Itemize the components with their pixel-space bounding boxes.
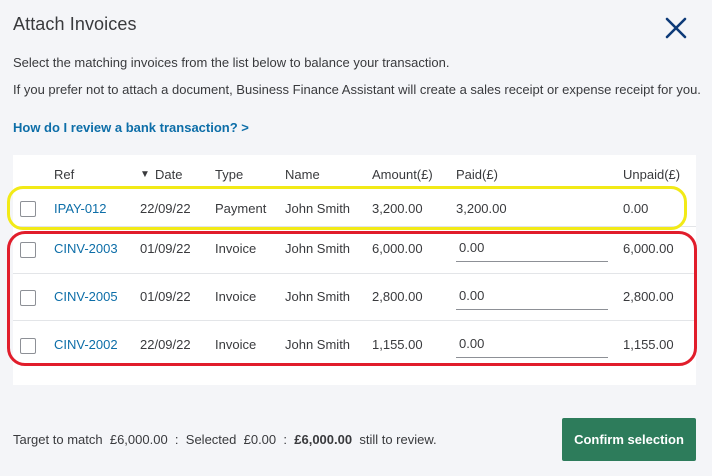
row-amount: 3,200.00 <box>372 201 423 216</box>
dialog-title: Attach Invoices <box>13 14 137 34</box>
row-unpaid: 6,000.00 <box>623 241 674 256</box>
paid-amount-input[interactable] <box>456 234 608 262</box>
row-amount: 6,000.00 <box>372 241 423 256</box>
paid-amount-input[interactable] <box>456 330 608 358</box>
row-date: 01/09/22 <box>140 241 191 256</box>
row-date: 22/09/22 <box>140 201 191 216</box>
remaining-value: £6,000.00 <box>294 432 353 447</box>
table-row[interactable]: CINV-2003 01/09/22 Invoice John Smith 6,… <box>13 226 696 274</box>
row-unpaid: 2,800.00 <box>623 289 674 304</box>
row-checkbox[interactable] <box>20 201 36 217</box>
header-amount[interactable]: Amount(£) <box>372 167 433 182</box>
row-ref-link[interactable]: CINV-2003 <box>54 241 118 256</box>
close-button[interactable] <box>660 12 692 44</box>
remaining-label: still to review. <box>359 432 437 447</box>
selected-label: Selected <box>185 432 237 447</box>
invoices-table: Ref ▼ Date Type Name Amount(£) Paid(£) U… <box>13 155 696 385</box>
sort-down-icon[interactable]: ▼ <box>140 169 150 180</box>
target-value: £6,000.00 <box>109 432 168 447</box>
header-type[interactable]: Type <box>215 167 243 182</box>
paid-amount-input[interactable] <box>456 282 608 310</box>
row-unpaid: 0.00 <box>623 201 649 216</box>
intro-text-1: Select the matching invoices from the li… <box>13 55 450 70</box>
table-row[interactable]: CINV-2002 22/09/22 Invoice John Smith 1,… <box>13 320 696 368</box>
header-date[interactable]: Date <box>155 167 182 182</box>
row-ref-link[interactable]: CINV-2002 <box>54 337 118 352</box>
row-name: John Smith <box>285 337 351 352</box>
summary-separator: : <box>283 432 288 447</box>
row-name: John Smith <box>285 241 351 256</box>
row-amount: 1,155.00 <box>372 337 423 352</box>
summary-separator: : <box>174 432 179 447</box>
row-checkbox[interactable] <box>20 338 36 354</box>
row-ref-link[interactable]: IPAY-012 <box>54 201 107 216</box>
row-type: Payment <box>215 201 267 216</box>
header-unpaid[interactable]: Unpaid(£) <box>623 167 680 182</box>
target-label: Target to match <box>13 432 103 447</box>
table-row[interactable]: CINV-2005 01/09/22 Invoice John Smith 2,… <box>13 273 696 321</box>
row-date: 22/09/22 <box>140 337 191 352</box>
row-amount: 2,800.00 <box>372 289 423 304</box>
selected-value: £0.00 <box>243 432 277 447</box>
header-name[interactable]: Name <box>285 167 320 182</box>
help-link[interactable]: How do I review a bank transaction? > <box>13 120 249 135</box>
row-type: Invoice <box>215 337 257 352</box>
row-type: Invoice <box>215 289 257 304</box>
row-checkbox[interactable] <box>20 242 36 258</box>
intro-text-2: If you prefer not to attach a document, … <box>13 82 701 97</box>
row-date: 01/09/22 <box>140 289 191 304</box>
confirm-selection-button[interactable]: Confirm selection <box>562 418 696 461</box>
row-name: John Smith <box>285 201 351 216</box>
header-paid[interactable]: Paid(£) <box>456 167 498 182</box>
match-summary: Target to match £6,000.00 : Selected £0.… <box>13 432 437 447</box>
row-ref-link[interactable]: CINV-2005 <box>54 289 118 304</box>
row-type: Invoice <box>215 241 257 256</box>
row-unpaid: 1,155.00 <box>623 337 674 352</box>
header-ref[interactable]: Ref <box>54 167 74 182</box>
row-paid: 3,200.00 <box>456 201 507 216</box>
row-name: John Smith <box>285 289 351 304</box>
row-checkbox[interactable] <box>20 290 36 306</box>
close-icon <box>665 17 687 39</box>
